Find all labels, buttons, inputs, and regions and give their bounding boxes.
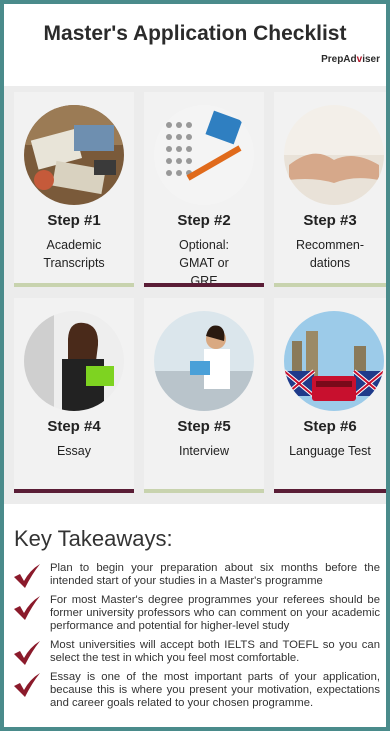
checkmark-icon <box>14 641 40 665</box>
takeaway-item: Plan to begin your preparation about six… <box>12 562 380 588</box>
step-description: Essay <box>56 444 92 458</box>
step-description: Optional: GMAT or GRE <box>178 238 230 288</box>
step-number: Step #1 <box>47 212 101 229</box>
step-bar <box>274 489 386 493</box>
step-number: Step #4 <box>47 418 101 435</box>
step-bar <box>274 283 386 287</box>
step-bar <box>144 489 264 493</box>
step-bar <box>14 489 134 493</box>
key-takeaways-title: Key Takeaways: <box>14 526 173 551</box>
infographic-page: Master's Application Checklist PrepAdvis… <box>4 4 386 727</box>
step-description: Academic Transcripts <box>43 238 105 270</box>
step-card-2: Step #2 Optional: GMAT or GRE <box>144 92 264 288</box>
page-title: Master's Application Checklist <box>43 22 347 45</box>
london-landmarks-image <box>284 311 384 411</box>
step-number: Step #3 <box>303 212 357 229</box>
step-card-4: Step #4 Essay <box>14 298 134 493</box>
checkmark-icon <box>14 673 40 697</box>
essay-woman-image <box>24 311 124 411</box>
takeaways-list: Plan to begin your preparation about six… <box>12 562 380 716</box>
steps-grid: Step #1 Academic Transcripts Step #2 Opt… <box>4 86 386 504</box>
step-card-1: Step #1 Academic Transcripts <box>14 92 134 287</box>
step-description: Language Test <box>289 444 371 458</box>
checkmark-icon <box>14 564 40 588</box>
interview-image <box>154 311 254 411</box>
step-description: Recommen-dations <box>295 238 365 270</box>
handshake-image <box>284 105 384 205</box>
step-number: Step #5 <box>177 418 231 435</box>
takeaway-item: Most universities will accept both IELTS… <box>12 639 380 665</box>
step-bar <box>144 283 264 287</box>
step-card-6: Step #6 Language Test <box>274 298 386 493</box>
brand-logo: PrepAdviser <box>321 54 380 65</box>
takeaway-text: Most universities will accept both IELTS… <box>50 639 380 664</box>
takeaway-text: For most Master's degree programmes your… <box>50 594 380 632</box>
answer-sheet-image <box>154 105 254 205</box>
checkmark-icon <box>14 596 40 620</box>
takeaway-item: For most Master's degree programmes your… <box>12 594 380 633</box>
step-card-3: Step #3 Recommen-dations <box>274 92 386 287</box>
step-number: Step #6 <box>303 418 357 435</box>
takeaway-item: Essay is one of the most important parts… <box>12 671 380 710</box>
transcripts-image <box>24 105 124 205</box>
step-description: Interview <box>178 444 230 458</box>
step-bar <box>14 283 134 287</box>
takeaway-text: Plan to begin your preparation about six… <box>50 562 380 587</box>
step-number: Step #2 <box>177 212 231 229</box>
takeaway-text: Essay is one of the most important parts… <box>50 671 380 709</box>
step-card-5: Step #5 Interview <box>144 298 264 493</box>
